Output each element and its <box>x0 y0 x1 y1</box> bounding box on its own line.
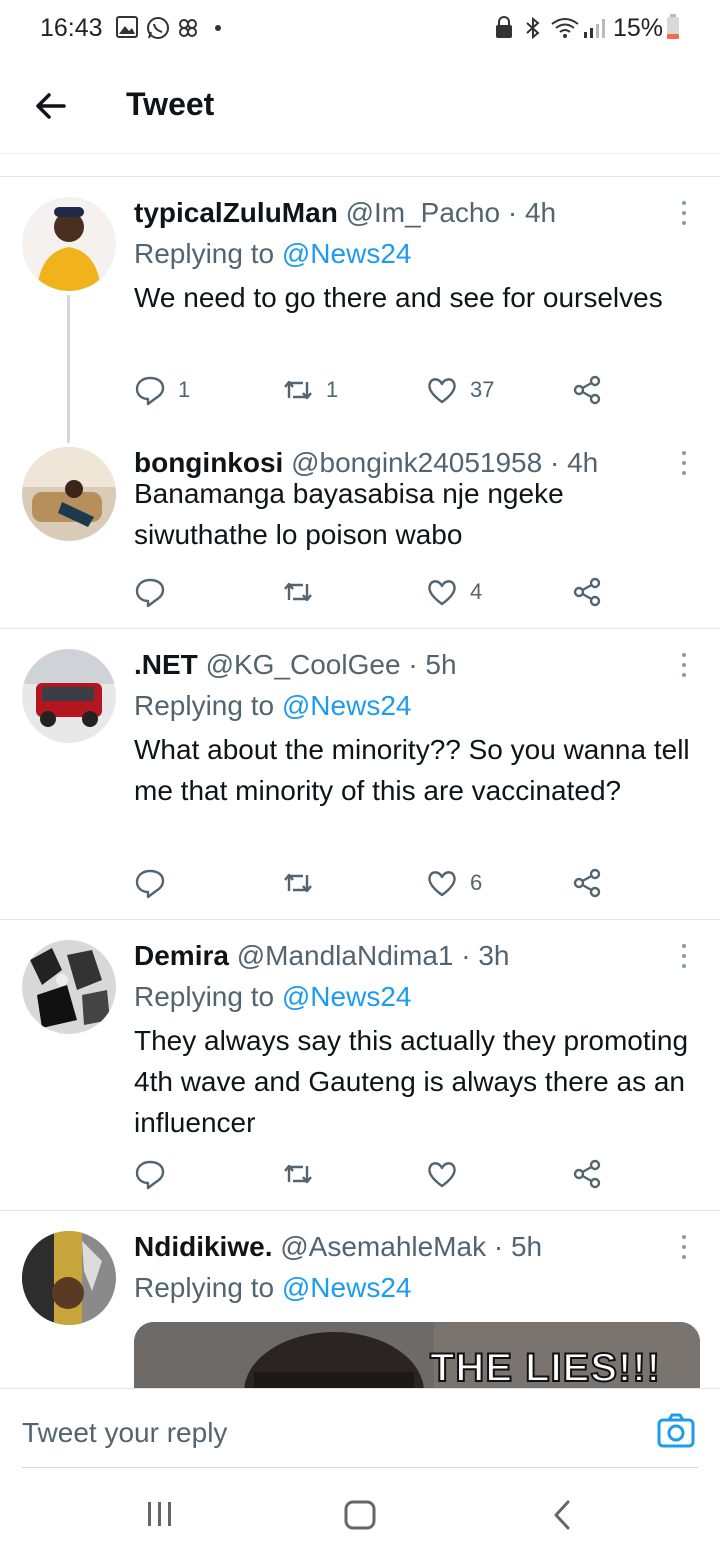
home-icon[interactable] <box>344 1500 376 1530</box>
like-count: 4 <box>470 579 483 604</box>
display-name[interactable]: typicalZuluMan <box>134 197 338 228</box>
avatar[interactable] <box>22 197 116 291</box>
timestamp: · 4h <box>507 197 557 228</box>
dot-icon <box>215 25 221 31</box>
system-nav-bar <box>0 1468 720 1560</box>
tweet-actions: 1 1 37 <box>134 372 614 408</box>
tweet-header: typicalZuluMan @Im_Pacho · 4h <box>134 197 556 229</box>
back-icon[interactable] <box>552 1500 572 1530</box>
retweet-icon <box>284 582 312 602</box>
like-count: 37 <box>470 377 495 402</box>
tweet-actions <box>134 1156 614 1192</box>
reply-tweet[interactable]: .NET @KG_CoolGee · 5h Replying to @News2… <box>0 649 720 920</box>
avatar[interactable] <box>22 1231 116 1325</box>
replying-to: Replying to @News24 <box>134 1272 411 1304</box>
page-title: Tweet <box>126 86 215 122</box>
retweet-icon <box>284 380 312 400</box>
arrow-left-icon[interactable] <box>30 86 70 126</box>
reply-tweet[interactable]: bonginkosi @bongink24051958 · 4h Banaman… <box>0 447 720 629</box>
avatar[interactable] <box>22 447 116 541</box>
gallery-icon <box>116 16 138 38</box>
media-caption: THE LIES!!! <box>429 1345 661 1388</box>
signal-icon <box>584 19 605 38</box>
battery-percent: 15% <box>613 14 664 42</box>
reply-count: 1 <box>178 377 191 402</box>
battery-icon <box>667 14 679 39</box>
replying-to-prefix: Replying to <box>134 1272 275 1303</box>
timestamp: · 5h <box>408 649 457 680</box>
more-options-icon[interactable] <box>674 199 694 229</box>
heart-icon <box>428 871 456 897</box>
tweet-text: Banamanga bayasabisa nje ngeke siwuthath… <box>134 478 564 550</box>
retweet-icon <box>284 873 312 893</box>
bluetooth-icon <box>526 16 540 40</box>
reply-icon <box>135 578 165 608</box>
status-bar: 16:43 15% <box>0 0 720 58</box>
status-time: 16:43 <box>40 14 103 42</box>
replying-to-prefix: Replying to <box>134 981 275 1012</box>
share-icon <box>573 868 601 898</box>
share-icon <box>573 1159 601 1189</box>
avatar[interactable] <box>22 940 116 1034</box>
reply-tweet[interactable]: typicalZuluMan @Im_Pacho · 4h Replying t… <box>0 197 720 443</box>
handle[interactable]: @MandlaNdima1 <box>237 940 454 971</box>
reply-icon <box>135 1160 165 1190</box>
reply-composer: Tweet your reply <box>0 1388 720 1468</box>
lock-icon <box>496 16 512 38</box>
thread-line <box>67 295 70 443</box>
more-options-icon[interactable] <box>674 1233 694 1263</box>
replying-to: Replying to @News24 <box>134 238 411 270</box>
more-options-icon[interactable] <box>674 942 694 972</box>
mention-link[interactable]: @News24 <box>282 1272 412 1303</box>
reply-tweet[interactable]: Demira @MandlaNdima1 · 3h Replying to @N… <box>0 940 720 1211</box>
display-name[interactable]: Ndidikiwe. <box>134 1231 272 1262</box>
replying-to: Replying to @News24 <box>134 981 411 1013</box>
display-name[interactable]: .NET <box>134 649 198 680</box>
top-app-bar: Tweet <box>0 58 720 154</box>
replying-to: Replying to @News24 <box>134 690 411 722</box>
tweet-header: Ndidikiwe. @AsemahleMak · 5h <box>134 1231 542 1263</box>
handle[interactable]: @AsemahleMak <box>280 1231 486 1262</box>
replies-feed[interactable]: typicalZuluMan @Im_Pacho · 4h Replying t… <box>0 155 720 1388</box>
tweet-text: We need to go there and see for ourselve… <box>134 282 663 313</box>
tweet-header: Demira @MandlaNdima1 · 3h <box>134 940 510 972</box>
tweet-actions: 4 <box>134 574 614 610</box>
mention-link[interactable]: @News24 <box>282 238 412 269</box>
retweet-icon <box>284 1164 312 1184</box>
wifi-icon <box>551 18 579 38</box>
handle[interactable]: @KG_CoolGee <box>206 649 401 680</box>
heart-icon <box>428 580 456 606</box>
mention-link[interactable]: @News24 <box>282 981 412 1012</box>
timestamp: · 3h <box>461 940 510 971</box>
retweet-count: 1 <box>326 377 339 402</box>
avatar[interactable] <box>22 649 116 743</box>
heart-icon <box>428 1162 456 1188</box>
handle[interactable]: @Im_Pacho <box>346 197 501 228</box>
share-icon <box>573 375 601 405</box>
heart-icon <box>428 378 456 404</box>
replying-to-prefix: Replying to <box>134 238 275 269</box>
media-gif[interactable]: THE LIES!!! <box>134 1322 700 1388</box>
replying-to-prefix: Replying to <box>134 690 275 721</box>
timestamp: · 5h <box>493 1231 543 1262</box>
camera-icon[interactable] <box>656 1411 696 1451</box>
whatsapp-icon <box>147 17 169 39</box>
share-icon <box>573 577 601 607</box>
more-options-icon[interactable] <box>674 651 694 681</box>
tweet-header: .NET @KG_CoolGee · 5h <box>134 649 457 681</box>
tweet-text: They always say this actually they promo… <box>134 1025 689 1138</box>
reply-icon <box>135 376 165 406</box>
mention-link[interactable]: @News24 <box>282 690 412 721</box>
truncated-tweet <box>0 155 720 177</box>
reply-icon <box>135 869 165 899</box>
reply-tweet[interactable]: Ndidikiwe. @AsemahleMak · 5h Replying to… <box>0 1231 720 1388</box>
tweet-text: What about the minority?? So you wanna t… <box>134 734 690 806</box>
reply-input[interactable]: Tweet your reply <box>22 1417 227 1449</box>
display-name[interactable]: Demira <box>134 940 229 971</box>
tweet-actions: 6 <box>134 865 614 901</box>
like-count: 6 <box>470 870 483 895</box>
recent-apps-icon[interactable] <box>146 1500 174 1528</box>
pinwheel-icon <box>179 19 197 37</box>
